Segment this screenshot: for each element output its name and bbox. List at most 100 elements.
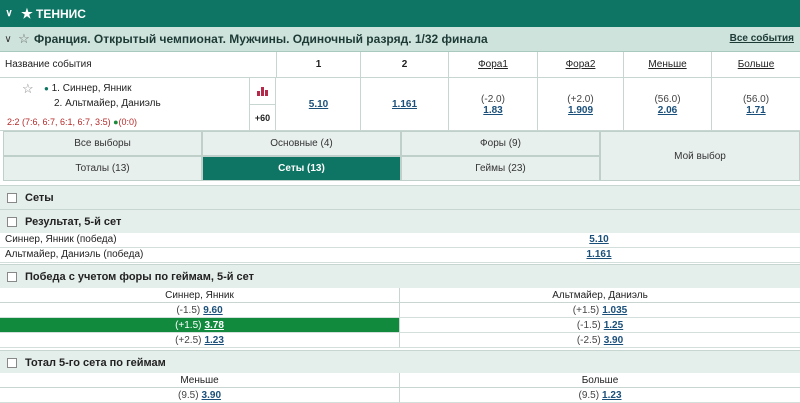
section-handicap[interactable]: Победа с учетом форы по геймам, 5-й сет bbox=[0, 264, 800, 288]
handicap-right-option[interactable]: (+1.5) 1.035 bbox=[400, 303, 800, 318]
handicap-left-option[interactable]: (-1.5) 9.60 bbox=[0, 303, 400, 318]
tab-sets[interactable]: Сеты (13) bbox=[202, 156, 401, 181]
fora1-handicap: (-2.0) bbox=[481, 93, 505, 105]
serve-score: (0:0) bbox=[118, 117, 138, 127]
handicap-value: (+1.5) bbox=[572, 304, 600, 316]
section-title: Победа с учетом форы по геймам, 5-й сет bbox=[25, 270, 255, 283]
star-icon[interactable]: ★ bbox=[18, 6, 36, 22]
bet-label: Синнер, Янник (победа) bbox=[5, 234, 117, 245]
serve-dot-icon: ● bbox=[44, 84, 49, 93]
less-cell[interactable]: (56.0) 2.06 bbox=[624, 78, 712, 131]
live-score: 2:2 (7:6, 6:7, 6:1, 6:7, 3:5) ●(0:0) bbox=[7, 117, 138, 127]
championship-title: Франция. Открытый чемпионат. Мужчины. Од… bbox=[34, 32, 488, 46]
section-total[interactable]: Тотал 5-го сета по геймам bbox=[0, 350, 800, 374]
more-label[interactable]: Больше bbox=[738, 59, 775, 70]
column-header-fora2[interactable]: Фора2 bbox=[538, 52, 624, 78]
total-value: (9.5) bbox=[578, 389, 600, 401]
column-header-more[interactable]: Больше bbox=[712, 52, 800, 78]
more-bets-count[interactable]: +60 bbox=[250, 105, 275, 131]
player2-name[interactable]: 2. Альтмайер, Даниэль bbox=[54, 98, 161, 109]
more-total: (56.0) bbox=[742, 93, 770, 105]
odds-1[interactable]: 5.10 bbox=[309, 99, 328, 110]
handicap-odds[interactable]: 1.23 bbox=[204, 335, 223, 346]
fora2-odds[interactable]: 1.909 bbox=[568, 105, 593, 116]
less-total: (56.0) bbox=[654, 93, 681, 105]
odds-2[interactable]: 1.161 bbox=[392, 99, 417, 110]
handicap-odds[interactable]: 3.78 bbox=[204, 320, 223, 331]
handicap-value: (+1.5) bbox=[175, 319, 202, 331]
tab-foras[interactable]: Форы (9) bbox=[401, 131, 600, 156]
handicap-value: (-1.5) bbox=[176, 304, 201, 316]
tab-all[interactable]: Все выборы bbox=[3, 131, 202, 156]
section-checkbox[interactable] bbox=[7, 357, 17, 368]
section-sets[interactable]: Сеты bbox=[0, 185, 800, 209]
bet-odds[interactable]: 5.10 bbox=[589, 234, 608, 245]
chevron-down-icon[interactable]: ∨ bbox=[0, 34, 16, 45]
tab-my-choice[interactable]: Мой выбор bbox=[600, 131, 800, 181]
bet-odds[interactable]: 1.161 bbox=[586, 249, 611, 260]
tab-games[interactable]: Геймы (23) bbox=[401, 156, 600, 181]
handicap-right-option[interactable]: (-1.5) 1.25 bbox=[400, 318, 800, 333]
handicap-odds[interactable]: 1.035 bbox=[602, 305, 627, 316]
less-odds[interactable]: 2.06 bbox=[658, 105, 677, 116]
less-label[interactable]: Меньше bbox=[648, 59, 686, 70]
market-tabs: Все выборы Основные (4) Форы (9) Мой выб… bbox=[3, 131, 800, 181]
handicap-value: (+2.5) bbox=[175, 334, 202, 346]
list-item[interactable]: Альтмайер, Даниэль (победа) 1.161 bbox=[0, 248, 800, 263]
section-checkbox[interactable] bbox=[7, 271, 17, 282]
handicap-value: (-1.5) bbox=[576, 319, 601, 331]
handicap-right-header: Альтмайер, Даниэль bbox=[400, 288, 800, 303]
list-item[interactable]: Синнер, Янник (победа) 5.10 bbox=[0, 233, 800, 248]
section-result[interactable]: Результат, 5-й сет bbox=[0, 209, 800, 233]
player1-name[interactable]: ● 1. Синнер, Янник bbox=[44, 83, 132, 94]
fora1-label[interactable]: Фора1 bbox=[478, 59, 508, 70]
more-odds[interactable]: 1.71 bbox=[746, 105, 765, 116]
column-header-fora1[interactable]: Фора1 bbox=[449, 52, 538, 78]
more-cell[interactable]: (56.0) 1.71 bbox=[712, 78, 800, 131]
fora1-odds[interactable]: 1.83 bbox=[483, 105, 502, 116]
handicap-left-option[interactable]: (+2.5) 1.23 bbox=[0, 333, 400, 348]
total-right-option[interactable]: (9.5) 1.23 bbox=[400, 388, 800, 403]
column-header-2: 2 bbox=[361, 52, 449, 78]
event-row: ☆ ● 1. Синнер, Янник 2. Альтмайер, Даниэ… bbox=[0, 78, 800, 131]
section-title: Сеты bbox=[25, 191, 54, 204]
favorite-star-icon[interactable]: ☆ bbox=[22, 81, 34, 97]
handicap-left-header: Синнер, Янник bbox=[0, 288, 400, 303]
odds-1-cell[interactable]: 5.10 bbox=[277, 78, 361, 131]
total-odds[interactable]: 1.23 bbox=[602, 390, 621, 401]
column-header-less[interactable]: Меньше bbox=[624, 52, 712, 78]
section-title: Тотал 5-го сета по геймам bbox=[25, 356, 166, 369]
handicap-right-option[interactable]: (-2.5) 3.90 bbox=[400, 333, 800, 348]
fora2-label[interactable]: Фора2 bbox=[566, 59, 596, 70]
handicap-left-option-selected[interactable]: (+1.5) 3.78 bbox=[0, 318, 400, 333]
fora2-cell[interactable]: (+2.0) 1.909 bbox=[538, 78, 624, 131]
sport-header[interactable]: ∨ ★ ТЕННИС bbox=[0, 0, 800, 27]
championship-header[interactable]: ∨ ☆ Франция. Открытый чемпионат. Мужчины… bbox=[0, 27, 800, 52]
stats-column: +60 bbox=[250, 78, 276, 131]
column-header-name: Название события bbox=[0, 52, 277, 78]
tab-main[interactable]: Основные (4) bbox=[202, 131, 401, 156]
total-odds[interactable]: 3.90 bbox=[202, 390, 221, 401]
bet-label: Альтмайер, Даниэль (победа) bbox=[5, 249, 144, 260]
handicap-odds[interactable]: 1.25 bbox=[604, 320, 623, 331]
event-name-cell: ☆ ● 1. Синнер, Янник 2. Альтмайер, Даниэ… bbox=[0, 78, 250, 131]
column-header-1: 1 bbox=[277, 52, 361, 78]
total-value: (9.5) bbox=[177, 389, 199, 401]
odds-2-cell[interactable]: 1.161 bbox=[361, 78, 449, 131]
handicap-odds[interactable]: 9.60 bbox=[203, 305, 222, 316]
section-checkbox[interactable] bbox=[7, 216, 17, 227]
star-outline-icon[interactable]: ☆ bbox=[16, 31, 32, 47]
total-right-header: Больше bbox=[400, 373, 800, 388]
handicap-odds[interactable]: 3.90 bbox=[604, 335, 623, 346]
bar-chart-icon[interactable] bbox=[250, 78, 275, 105]
total-left-option[interactable]: (9.5) 3.90 bbox=[0, 388, 400, 403]
fora1-cell[interactable]: (-2.0) 1.83 bbox=[449, 78, 538, 131]
section-checkbox[interactable] bbox=[7, 192, 17, 203]
fora2-handicap: (+2.0) bbox=[567, 93, 594, 105]
chevron-down-icon[interactable]: ∨ bbox=[0, 8, 18, 19]
total-left-header: Меньше bbox=[0, 373, 400, 388]
tab-totals[interactable]: Тоталы (13) bbox=[3, 156, 202, 181]
all-events-link[interactable]: Все события bbox=[730, 33, 794, 44]
sport-title: ТЕННИС bbox=[36, 6, 86, 21]
section-title: Результат, 5-й сет bbox=[25, 215, 122, 228]
